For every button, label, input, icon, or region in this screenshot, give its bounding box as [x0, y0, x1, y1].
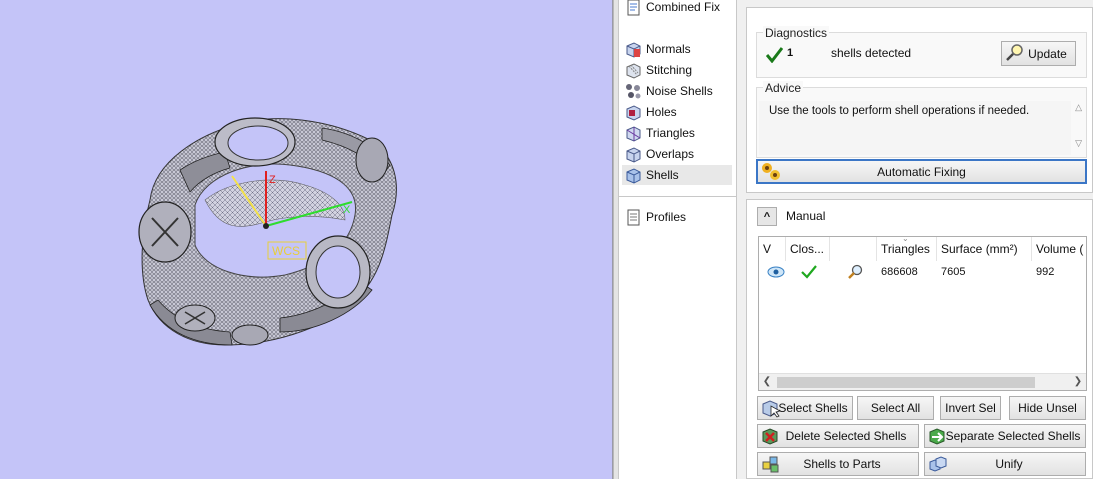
unify-label: Unify	[995, 457, 1023, 471]
z-axis-label: Z	[269, 174, 276, 186]
tool-label: Combined Fix	[646, 0, 721, 14]
delete-selected-label: Delete Selected Shells	[785, 429, 907, 443]
triangles-icon	[626, 125, 641, 142]
select-shells-icon	[762, 400, 781, 418]
advice-text: Use the tools to perform shell operation…	[759, 101, 1071, 155]
automatic-fixing-button[interactable]: Automatic Fixing	[756, 159, 1087, 184]
col-volume[interactable]: Volume (	[1032, 237, 1086, 261]
scroll-left-icon[interactable]: ❮	[761, 376, 773, 388]
scroll-down-icon[interactable]: ▽	[1075, 138, 1082, 149]
shells-to-parts-button[interactable]: Shells to Parts	[757, 452, 919, 476]
tool-label: Shells	[646, 168, 679, 182]
diagnostics-title: Diagnostics	[763, 26, 830, 40]
scrollbar-thumb[interactable]	[777, 377, 1035, 388]
tool-holes[interactable]: Holes	[622, 102, 732, 122]
select-all-button[interactable]: Select All	[857, 396, 934, 420]
tool-noise-shells[interactable]: Noise Shells	[622, 81, 732, 101]
horizontal-scrollbar[interactable]: ❮ ❯	[759, 373, 1086, 390]
unify-button[interactable]: Unify	[924, 452, 1086, 476]
visible-cell[interactable]	[763, 261, 785, 283]
tool-label: Triangles	[646, 126, 695, 140]
3d-viewport[interactable]: Z X WCS	[0, 0, 613, 479]
scroll-up-icon[interactable]: △	[1075, 102, 1082, 113]
shells-to-parts-label: Shells to Parts	[803, 457, 881, 471]
tool-label: Noise Shells	[646, 84, 713, 98]
shells-to-parts-icon	[762, 456, 779, 473]
manual-frame: ^ Manual V Clos... Triangles Surface (mm…	[746, 199, 1093, 479]
stitching-icon	[626, 62, 641, 79]
combined-fix-icon	[627, 0, 640, 15]
col-visible[interactable]: V	[759, 237, 786, 261]
tool-list-divider	[619, 196, 737, 197]
invert-sel-button[interactable]: Invert Sel	[940, 396, 1001, 420]
shell-count: 1	[787, 47, 794, 59]
update-button[interactable]: Update	[1001, 41, 1076, 66]
tool-combined-fix[interactable]: Combined Fix	[622, 0, 732, 17]
separate-shells-icon	[929, 428, 945, 445]
sunflower-icon	[762, 163, 780, 180]
update-label: Update	[1028, 46, 1067, 61]
shells-icon	[626, 167, 641, 184]
tool-label: Stitching	[646, 63, 693, 77]
shells-panel: Diagnostics 1 shells detected Update Adv…	[746, 0, 1093, 479]
normals-icon	[626, 41, 641, 58]
separate-selected-shells-button[interactable]: Separate Selected Shells	[924, 424, 1086, 448]
volume-cell: 992	[1036, 266, 1055, 278]
hide-unsel-label: Hide Unsel	[1018, 401, 1077, 415]
manual-title: Manual	[786, 209, 826, 223]
eye-icon[interactable]	[767, 266, 785, 278]
repair-tool-list: Combined Fix Normals Stitching Noise She…	[619, 0, 737, 479]
magnifier-icon[interactable]	[847, 264, 863, 280]
col-surface[interactable]: Surface (mm²)	[937, 237, 1032, 261]
holes-icon	[626, 104, 641, 121]
separate-selected-label: Separate Selected Shells	[945, 429, 1081, 443]
unify-icon	[929, 456, 947, 472]
tool-triangles[interactable]: Triangles	[622, 123, 732, 143]
delete-shells-icon	[762, 428, 778, 445]
col-zoom[interactable]	[830, 237, 877, 261]
tool-label: Overlaps	[646, 147, 695, 161]
zoom-cell[interactable]	[843, 261, 867, 283]
closed-cell	[797, 261, 827, 283]
tool-stitching[interactable]: Stitching	[622, 60, 732, 80]
tool-normals[interactable]: Normals	[622, 39, 732, 59]
tool-label: Holes	[646, 105, 677, 119]
diagnostics-text: shells detected	[831, 46, 912, 60]
tool-profiles[interactable]: Profiles	[622, 207, 732, 227]
tool-label: Normals	[646, 42, 691, 56]
diagnostics-group: Diagnostics 1 shells detected Update	[756, 26, 1087, 78]
x-axis-label: X	[343, 204, 351, 216]
wcs-label: WCS	[272, 244, 300, 258]
select-all-label: Select All	[870, 401, 921, 415]
advice-group: Advice Use the tools to perform shell op…	[756, 81, 1087, 158]
hide-unsel-button[interactable]: Hide Unsel	[1009, 396, 1086, 420]
collapse-manual-button[interactable]: ^	[757, 207, 777, 226]
noise-shells-icon	[626, 83, 641, 98]
mesh-model: Z X WCS	[138, 117, 397, 346]
advice-title: Advice	[763, 81, 804, 95]
triangles-cell: 686608	[881, 266, 918, 278]
overlaps-icon	[626, 146, 641, 163]
col-closed[interactable]: Clos...	[786, 237, 830, 261]
gutter	[737, 0, 746, 479]
tool-shells[interactable]: Shells	[622, 165, 732, 185]
check-icon	[766, 47, 783, 63]
surface-cell: 7605	[941, 266, 966, 278]
automatic-fixing-label: Automatic Fixing	[877, 164, 966, 179]
diagnostics-frame: Diagnostics 1 shells detected Update Adv…	[746, 7, 1093, 193]
check-icon	[801, 265, 817, 279]
magnifier-icon	[1006, 44, 1023, 61]
invert-sel-label: Invert Sel	[945, 401, 996, 415]
tool-overlaps[interactable]: Overlaps	[622, 144, 732, 164]
tool-label: Profiles	[646, 210, 687, 224]
shells-table[interactable]: V Clos... Triangles Surface (mm²) Volume…	[758, 236, 1087, 391]
profiles-icon	[627, 209, 640, 225]
scroll-right-icon[interactable]: ❯	[1072, 376, 1084, 388]
delete-selected-shells-button[interactable]: Delete Selected Shells	[757, 424, 919, 448]
sort-indicator-icon: ⌄	[902, 236, 909, 243]
select-shells-button[interactable]: Select Shells	[757, 396, 853, 420]
